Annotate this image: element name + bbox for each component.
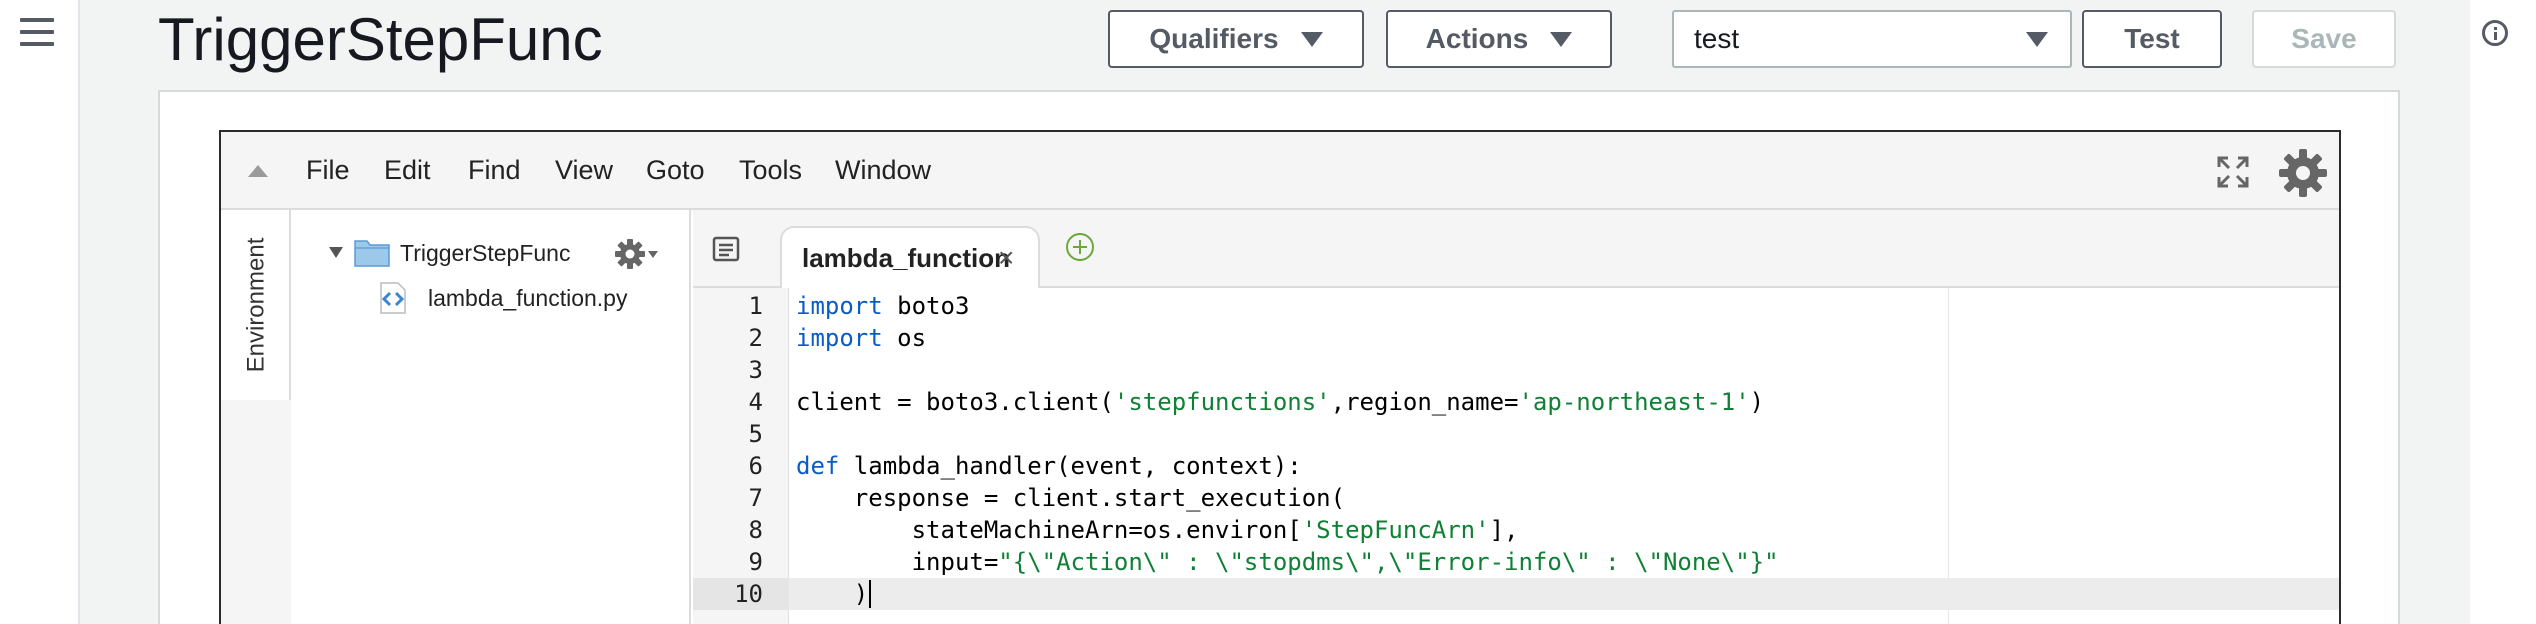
ide-menubar bbox=[221, 132, 2339, 210]
code-line[interactable]: input="{\"Action\" : \"stopdms\",\"Error… bbox=[796, 546, 1779, 578]
code-string: "{\"Action\" : \"stopdms\",\"Error-info\… bbox=[998, 548, 1779, 576]
line-number: 2 bbox=[748, 324, 763, 352]
menu-goto[interactable]: Goto bbox=[646, 150, 705, 190]
line-number: 10 bbox=[734, 580, 763, 608]
code-token: boto3 bbox=[882, 292, 970, 320]
code-line[interactable]: response = client.start_execution( bbox=[796, 482, 1345, 514]
code-token: os bbox=[882, 324, 927, 352]
line-number: 9 bbox=[748, 548, 763, 576]
line-number: 1 bbox=[748, 292, 763, 320]
menu-file[interactable]: File bbox=[306, 150, 350, 190]
chevron-down-icon bbox=[1300, 31, 1323, 47]
active-line bbox=[789, 578, 2339, 610]
code-keyword: def bbox=[796, 452, 840, 480]
actions-label: Actions bbox=[1425, 23, 1529, 54]
line-number: 5 bbox=[748, 420, 763, 448]
code-line[interactable]: import os bbox=[796, 322, 926, 354]
code-line[interactable]: client = boto3.client('stepfunctions',re… bbox=[796, 386, 1764, 418]
menu-window[interactable]: Window bbox=[835, 150, 931, 190]
close-icon[interactable]: × bbox=[998, 236, 1014, 280]
tab-list-icon[interactable] bbox=[712, 236, 740, 262]
code-string: 'StepFuncArn' bbox=[1301, 516, 1490, 544]
chevron-down-icon bbox=[2026, 32, 2048, 47]
page-title: TriggerStepFunc bbox=[158, 6, 603, 73]
test-event-value: test bbox=[1694, 23, 1740, 54]
folder-icon bbox=[354, 240, 390, 267]
environment-tab-label: Environment bbox=[242, 237, 270, 373]
chevron-down-icon bbox=[1550, 31, 1573, 47]
line-number: 8 bbox=[748, 516, 763, 544]
code-string: 'ap-northeast-1' bbox=[1518, 388, 1750, 416]
code-line[interactable]: ) bbox=[796, 578, 868, 610]
code-token: ) bbox=[1749, 388, 1765, 416]
menu-tools[interactable]: Tools bbox=[739, 150, 802, 190]
code-line[interactable]: import boto3 bbox=[796, 290, 969, 322]
actions-button[interactable]: Actions bbox=[1386, 10, 1612, 68]
line-number: 3 bbox=[748, 356, 763, 384]
file-tree-panel bbox=[291, 210, 691, 624]
tree-expand-icon[interactable] bbox=[329, 247, 343, 258]
environment-tab-label-wrap: Environment bbox=[221, 210, 291, 400]
python-file-icon bbox=[380, 282, 406, 314]
save-button[interactable]: Save bbox=[2252, 10, 2396, 68]
code-token: ,region_name= bbox=[1330, 388, 1519, 416]
left-nav-strip bbox=[0, 0, 80, 624]
code-line[interactable]: def lambda_handler(event, context): bbox=[796, 450, 1302, 482]
code-token: input= bbox=[796, 548, 999, 576]
line-number: 6 bbox=[748, 452, 763, 480]
chevron-down-icon[interactable] bbox=[648, 251, 658, 258]
qualifiers-label: Qualifiers bbox=[1149, 23, 1279, 54]
text-cursor bbox=[869, 580, 871, 608]
line-number: 4 bbox=[748, 388, 763, 416]
settings-icon[interactable] bbox=[2278, 148, 2328, 198]
code-token: ) bbox=[796, 580, 869, 608]
info-icon[interactable] bbox=[2482, 20, 2508, 46]
code-token: stateMachineArn=os.environ[ bbox=[796, 516, 1302, 544]
code-token: ], bbox=[1489, 516, 1519, 544]
code-keyword: import bbox=[796, 324, 883, 352]
code-line[interactable]: stateMachineArn=os.environ['StepFuncArn'… bbox=[796, 514, 1519, 546]
line-number: 7 bbox=[748, 484, 763, 512]
tree-folder-label[interactable]: TriggerStepFunc bbox=[400, 236, 570, 270]
print-margin bbox=[1948, 288, 1949, 624]
fullscreen-icon[interactable] bbox=[2216, 155, 2250, 189]
test-event-select[interactable]: test bbox=[1672, 10, 2072, 68]
menu-edit[interactable]: Edit bbox=[384, 150, 431, 190]
test-button[interactable]: Test bbox=[2082, 10, 2222, 68]
gear-icon[interactable] bbox=[614, 238, 646, 270]
hamburger-icon[interactable] bbox=[20, 18, 54, 48]
code-string: 'stepfunctions' bbox=[1113, 388, 1331, 416]
menu-view[interactable]: View bbox=[555, 150, 613, 190]
collapse-icon[interactable] bbox=[248, 165, 268, 177]
menu-find[interactable]: Find bbox=[468, 150, 521, 190]
editor-tab-label: lambda_function bbox=[802, 243, 1011, 273]
tree-file-label[interactable]: lambda_function.py bbox=[428, 280, 627, 316]
code-token: lambda_handler(event, context): bbox=[839, 452, 1302, 480]
code-keyword: import bbox=[796, 292, 883, 320]
add-tab-icon[interactable] bbox=[1066, 233, 1094, 261]
code-token: client = boto3.client( bbox=[796, 388, 1114, 416]
code-token: response = client.start_execution( bbox=[796, 484, 1346, 512]
qualifiers-button[interactable]: Qualifiers bbox=[1108, 10, 1364, 68]
